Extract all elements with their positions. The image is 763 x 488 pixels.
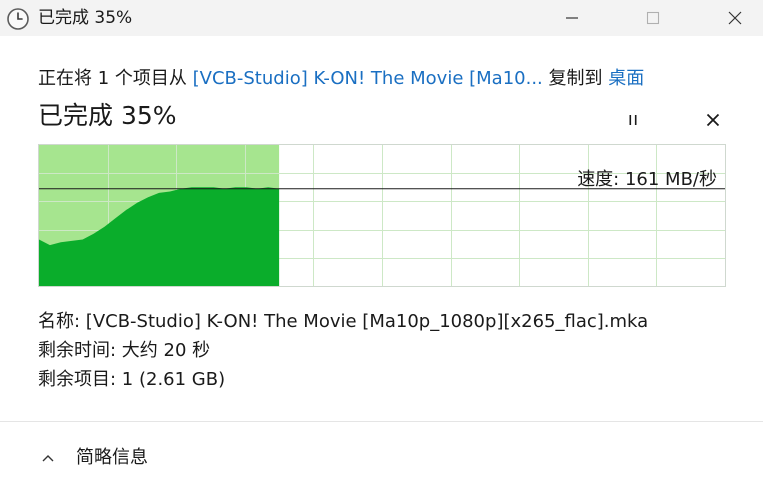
footer-divider (0, 421, 763, 422)
minimize-button[interactable] (549, 0, 595, 36)
close-icon (706, 113, 720, 127)
file-name-label: 名称: (38, 311, 86, 332)
close-icon (728, 11, 742, 25)
copy-prefix: 正在将 1 个项目从 (38, 68, 193, 89)
items-remaining-label: 剩余项目: (38, 369, 122, 390)
time-remaining-label: 剩余时间: (38, 340, 122, 361)
copy-description: 正在将 1 个项目从 [VCB-Studio] K-ON! The Movie … (38, 66, 644, 92)
items-remaining-value: 1 (2.61 GB) (121, 369, 226, 390)
maximize-icon (646, 11, 660, 25)
copy-middle: 复制到 (542, 68, 609, 89)
title-bar: 已完成 35% (0, 0, 763, 36)
time-remaining-row: 剩余时间: 大约 20 秒 (38, 338, 210, 364)
maximize-button[interactable] (630, 0, 676, 36)
destination-link[interactable]: 桌面 (608, 68, 644, 89)
minimize-icon (566, 17, 578, 19)
window-title: 已完成 35% (38, 8, 133, 28)
file-name-value: [VCB-Studio] K-ON! The Movie [Ma10p_1080… (85, 311, 649, 332)
fewer-details-toggle[interactable]: 简略信息 (40, 443, 148, 473)
file-name-row: 名称: [VCB-Studio] K-ON! The Movie [Ma10p_… (38, 309, 648, 335)
close-window-button[interactable] (712, 0, 758, 36)
items-remaining-row: 剩余项目: 1 (2.61 GB) (38, 367, 225, 393)
clock-icon (6, 7, 30, 31)
cancel-button[interactable] (701, 108, 725, 132)
pause-icon (629, 115, 637, 125)
speed-label: 速度: 161 MB/秒 (577, 169, 717, 190)
speed-graph-canvas (39, 145, 725, 286)
source-link[interactable]: [VCB-Studio] K-ON! The Movie [Ma10... (193, 68, 543, 89)
chevron-up-icon (42, 455, 54, 462)
pause-button[interactable] (621, 108, 645, 132)
time-remaining-value: 大约 20 秒 (121, 340, 211, 361)
fewer-details-label: 简略信息 (76, 447, 148, 468)
speed-graph: 速度: 161 MB/秒 (38, 144, 726, 287)
progress-heading: 已完成 35% (38, 101, 177, 130)
